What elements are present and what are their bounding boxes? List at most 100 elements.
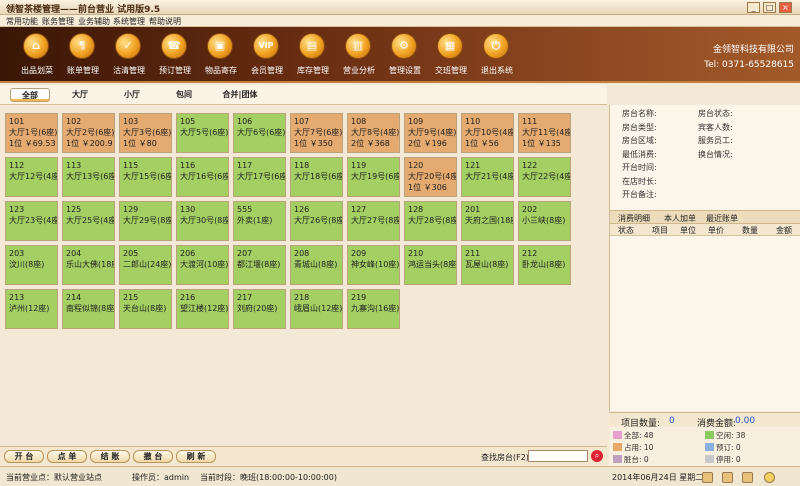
room-tile[interactable]: 212 卧龙山(8座) [518, 245, 571, 285]
tab-recent-bills[interactable]: 最近账单 [706, 213, 738, 224]
menu-common[interactable]: 常用功能 [6, 16, 38, 27]
room-number: 205 [123, 249, 139, 258]
room-tile[interactable]: 216 望江楼(12座) [176, 289, 229, 329]
checkout-button[interactable]: 结 账 [90, 450, 130, 463]
room-tile[interactable]: 106 大厅6号(6座) [233, 113, 286, 153]
tab-hall[interactable]: 大厅 [62, 88, 98, 102]
room-tile[interactable]: 211 瓦屋山(8座) [461, 245, 514, 285]
help-icon[interactable] [764, 472, 775, 483]
room-tile[interactable]: 110 大厅10号(4座) 1位 ￥56 [461, 113, 514, 153]
room-tile[interactable]: 219 九寨沟(16座) [347, 289, 400, 329]
room-tile[interactable]: 126 大厅26号(8座) [290, 201, 343, 241]
room-tile[interactable]: 218 峨眉山(12座) [290, 289, 343, 329]
room-tile[interactable]: 130 大厅30号(8座) [176, 201, 229, 241]
legend-swatch [613, 443, 622, 451]
minimize-button[interactable]: _ [747, 2, 760, 13]
room-tile[interactable]: 103 大厅3号(6座) 1位 ￥80 [119, 113, 172, 153]
tab-small-hall[interactable]: 小厅 [114, 88, 150, 102]
cancel-table-button[interactable]: 撤 台 [133, 450, 173, 463]
room-number: 214 [66, 293, 82, 302]
info-label: 房台状态: [698, 109, 733, 118]
tab-group[interactable]: 合并|团体 [218, 88, 262, 102]
room-name: 大厅16号(6座) [180, 172, 229, 181]
room-number: 555 [237, 205, 253, 214]
info-label: 开台时间: [622, 163, 657, 172]
room-tile[interactable]: 129 大厅29号(8座) [119, 201, 172, 241]
room-tile[interactable]: 205 二郎山(24座) [119, 245, 172, 285]
menu-business[interactable]: 业务辅助 [78, 16, 110, 27]
search-icon[interactable]: ⌕ [591, 450, 603, 462]
room-number: 121 [465, 161, 481, 170]
calculator-icon[interactable] [722, 472, 733, 483]
room-tile[interactable]: 125 大厅25号(4座) [62, 201, 115, 241]
close-button[interactable]: × [779, 2, 792, 13]
room-tile[interactable]: 119 大厅19号(6座) [347, 157, 400, 197]
maximize-button[interactable]: □ [763, 2, 776, 13]
room-tile[interactable]: 215 天台山(8座) [119, 289, 172, 329]
menu-help[interactable]: 帮助说明 [149, 16, 181, 27]
room-tile[interactable]: 206 大渡河(10座) [176, 245, 229, 285]
room-tile[interactable]: 116 大厅16号(6座) [176, 157, 229, 197]
room-tile[interactable]: 105 大厅5号(6座) [176, 113, 229, 153]
room-name: 大厅27号(8座) [351, 216, 400, 225]
room-number: 126 [294, 205, 310, 214]
room-tile[interactable]: 122 大厅22号(4座) [518, 157, 571, 197]
room-name: 鸿运当头(8座) [408, 260, 457, 269]
room-tile[interactable]: 555 外卖(1座) [233, 201, 286, 241]
open-table-button[interactable]: 开 台 [4, 450, 44, 463]
room-tile[interactable]: 102 大厅2号(6座) 1位 ￥200.9 [62, 113, 115, 153]
order-button[interactable]: 点 单 [47, 450, 87, 463]
room-tile[interactable]: 209 神女峰(10座) [347, 245, 400, 285]
room-tile[interactable]: 112 大厅12号(4座) [5, 157, 58, 197]
search-input[interactable] [528, 450, 588, 462]
room-tile[interactable]: 210 鸿运当头(8座) [404, 245, 457, 285]
room-tile[interactable]: 117 大厅17号(6座) [233, 157, 286, 197]
room-tile[interactable]: 101 大厅1号(6座) 1位 ￥69.53 [5, 113, 58, 153]
room-tile[interactable]: 214 南程似锦(8座) [62, 289, 115, 329]
room-tile[interactable]: 123 大厅23号(4座) [5, 201, 58, 241]
exit-icon[interactable] [742, 472, 753, 483]
toolbar-button-10[interactable]: ⏻ 退出系统 [474, 29, 520, 79]
tab-all[interactable]: 全部 [10, 88, 50, 102]
room-name: 大厅26号(8座) [294, 216, 343, 225]
room-tile[interactable]: 203 汶川(8座) [5, 245, 58, 285]
room-tile[interactable]: 208 青城山(8座) [290, 245, 343, 285]
room-tile[interactable]: 201 天府之国(18座) [461, 201, 514, 241]
room-number: 115 [123, 161, 139, 170]
lock-icon[interactable] [702, 472, 713, 483]
tab-consume-detail[interactable]: 消费明细 [618, 213, 650, 224]
room-name: 大厅21号(4座) [465, 172, 514, 181]
menu-system[interactable]: 系统管理 [113, 16, 145, 27]
room-name: 大厅19号(6座) [351, 172, 400, 181]
room-tile[interactable]: 107 大厅7号(6座) 1位 ￥350 [290, 113, 343, 153]
menu-accounts[interactable]: 账务管理 [42, 16, 74, 27]
legend-label: 预订: 0 [716, 443, 741, 452]
tab-private-room[interactable]: 包间 [166, 88, 202, 102]
room-tile[interactable]: 111 大厅11号(4座) 1位 ￥135 [518, 113, 571, 153]
dish-icon: ⌂ [23, 33, 49, 59]
legend-item: 脏台: 0 [613, 454, 649, 465]
room-tile[interactable]: 207 都江堰(8座) [233, 245, 286, 285]
room-name: 大厅3号(6座) [123, 128, 172, 137]
room-tile[interactable]: 120 大厅20号(4座) 1位 ￥306 [404, 157, 457, 197]
refresh-button[interactable]: 刷 新 [176, 450, 216, 463]
room-tile[interactable]: 217 刘府(20座) [233, 289, 286, 329]
room-number: 117 [237, 161, 253, 170]
room-tile[interactable]: 121 大厅21号(4座) [461, 157, 514, 197]
room-number: 118 [294, 161, 310, 170]
room-tile[interactable]: 127 大厅27号(8座) [347, 201, 400, 241]
room-tile[interactable]: 118 大厅18号(6座) [290, 157, 343, 197]
room-tile[interactable]: 113 大厅13号(6座) [62, 157, 115, 197]
room-tile[interactable]: 115 大厅15号(6座) [119, 157, 172, 197]
tab-my-orders[interactable]: 本人加单 [664, 213, 696, 224]
room-tile[interactable]: 108 大厅8号(4座) 2位 ￥368 [347, 113, 400, 153]
legend-item: 全部: 48 [613, 430, 653, 441]
room-grid: 101 大厅1号(6座) 1位 ￥69.53 102 大厅2号(6座) 1位 ￥200.9… [5, 113, 605, 443]
window-title: 领智茶楼管理——前台营业 试用版9.5 [6, 5, 161, 15]
room-tile[interactable]: 204 乐山大佛(18座) [62, 245, 115, 285]
room-tile[interactable]: 202 小三峡(8座) [518, 201, 571, 241]
room-tile[interactable]: 128 大厅28号(8座) [404, 201, 457, 241]
room-tile[interactable]: 213 泸州(12座) [5, 289, 58, 329]
room-tile[interactable]: 109 大厅9号(4座) 2位 ￥196 [404, 113, 457, 153]
col-item: 项目 [652, 226, 668, 235]
